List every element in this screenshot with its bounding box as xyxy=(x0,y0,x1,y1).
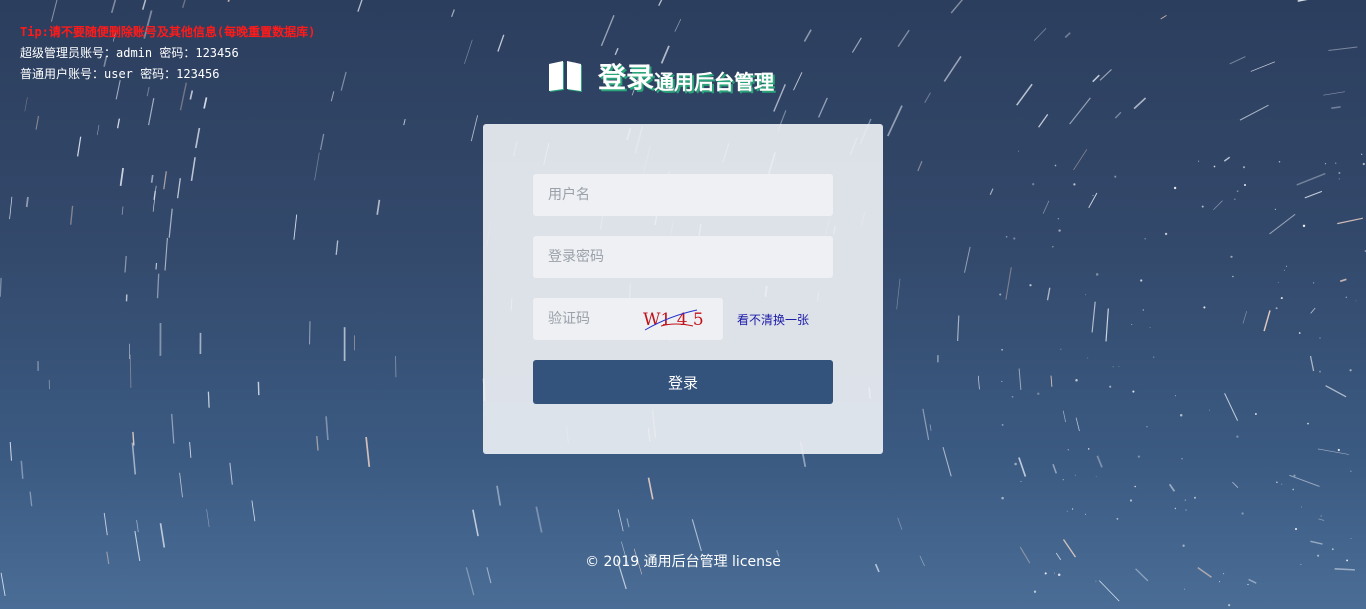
login-button[interactable]: 登录 xyxy=(533,360,833,404)
tip-warning: Tip:请不要随便删除账号及其他信息(每晚重置数据库) xyxy=(20,25,316,39)
captcha-input[interactable] xyxy=(533,298,638,340)
login-form: W1 4 5 看不清换一张 登录 xyxy=(483,124,883,454)
login-title: 登录 xyxy=(598,61,655,94)
captcha-image[interactable]: W1 4 5 xyxy=(641,306,711,332)
tip-admin-account: 超级管理员账号：admin 密码：123456 xyxy=(20,46,239,60)
captcha-image-text: W1 4 5 xyxy=(643,310,704,330)
refresh-captcha-link[interactable]: 看不清换一张 xyxy=(737,311,809,328)
footer-copyright: © 2019 通用后台管理 license xyxy=(585,554,781,570)
login-header: 登录 通用后台管理 xyxy=(548,56,774,96)
password-input[interactable] xyxy=(533,236,833,278)
username-input[interactable] xyxy=(533,174,833,216)
tip-user-account: 普通用户账号：user 密码：123456 xyxy=(20,67,220,81)
captcha-field: W1 4 5 xyxy=(533,298,723,340)
open-book-icon xyxy=(549,61,582,92)
account-tips: Tip:请不要随便删除账号及其他信息(每晚重置数据库) 超级管理员账号：admi… xyxy=(20,22,315,85)
app-name: 通用后台管理 xyxy=(654,69,775,94)
